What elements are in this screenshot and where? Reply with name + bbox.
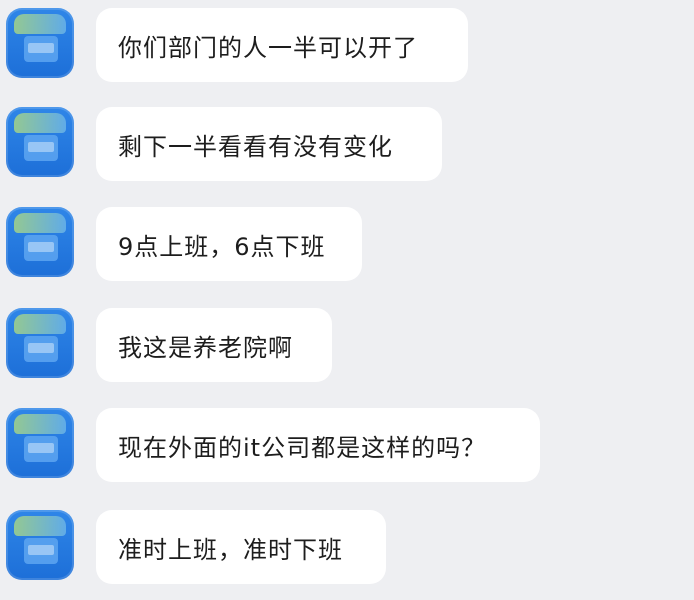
message-text: 准时上班，准时下班 bbox=[118, 535, 343, 564]
chat-message-row: 准时上班，准时下班 bbox=[0, 502, 694, 592]
sender-avatar[interactable] bbox=[6, 408, 74, 478]
sender-avatar[interactable] bbox=[6, 308, 74, 378]
message-text: 9点上班，6点下班 bbox=[118, 232, 326, 261]
avatar-blurred-label bbox=[28, 43, 54, 53]
message-bubble[interactable]: 9点上班，6点下班 bbox=[96, 207, 362, 281]
message-text: 你们部门的人一半可以开了 bbox=[118, 33, 418, 62]
avatar-badge-icon bbox=[14, 14, 66, 34]
message-bubble[interactable]: 现在外面的it公司都是这样的吗？ bbox=[96, 408, 540, 482]
message-bubble[interactable]: 准时上班，准时下班 bbox=[96, 510, 386, 584]
avatar-blurred-label bbox=[28, 545, 54, 555]
sender-avatar[interactable] bbox=[6, 8, 74, 78]
avatar-badge-icon bbox=[14, 516, 66, 536]
avatar-blurred-label bbox=[28, 443, 54, 453]
avatar-badge-icon bbox=[14, 113, 66, 133]
avatar-badge-icon bbox=[14, 414, 66, 434]
sender-avatar[interactable] bbox=[6, 207, 74, 277]
message-text: 现在外面的it公司都是这样的吗？ bbox=[118, 433, 487, 462]
message-bubble[interactable]: 我这是养老院啊 bbox=[96, 308, 332, 382]
avatar-badge-icon bbox=[14, 314, 66, 334]
message-text: 我这是养老院啊 bbox=[118, 333, 293, 362]
avatar-blurred-label bbox=[28, 142, 54, 152]
sender-avatar[interactable] bbox=[6, 510, 74, 580]
chat-message-row: 现在外面的it公司都是这样的吗？ bbox=[0, 400, 694, 490]
chat-message-row: 剩下一半看看有没有变化 bbox=[0, 99, 694, 189]
message-bubble[interactable]: 剩下一半看看有没有变化 bbox=[96, 107, 442, 181]
message-bubble[interactable]: 你们部门的人一半可以开了 bbox=[96, 8, 468, 82]
chat-message-list: 你们部门的人一半可以开了 剩下一半看看有没有变化 9点上班，6点下班 我这是养老… bbox=[0, 0, 694, 600]
sender-avatar[interactable] bbox=[6, 107, 74, 177]
avatar-blurred-label bbox=[28, 242, 54, 252]
chat-message-row: 我这是养老院啊 bbox=[0, 300, 694, 390]
avatar-badge-icon bbox=[14, 213, 66, 233]
message-text: 剩下一半看看有没有变化 bbox=[118, 132, 393, 161]
chat-message-row: 9点上班，6点下班 bbox=[0, 199, 694, 289]
chat-message-row: 你们部门的人一半可以开了 bbox=[0, 0, 694, 90]
avatar-blurred-label bbox=[28, 343, 54, 353]
